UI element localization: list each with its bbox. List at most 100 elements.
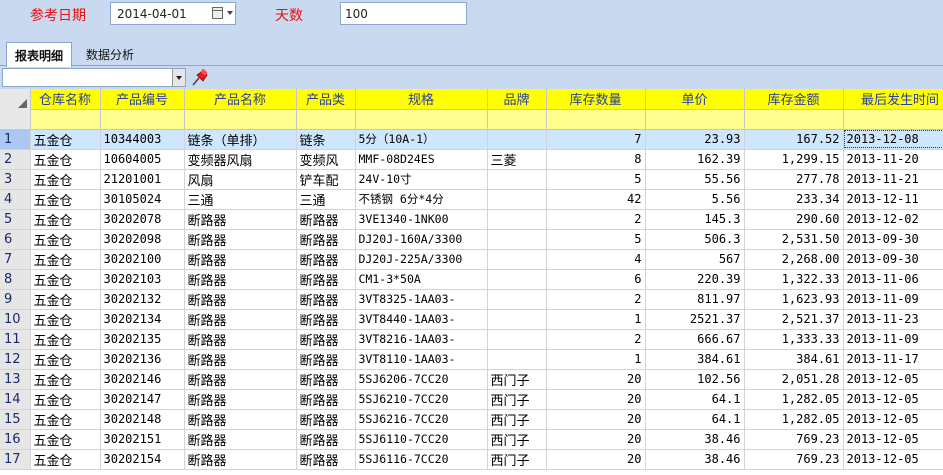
stock-amount-cell[interactable]: 769.23: [744, 449, 844, 470]
tab-data-analysis[interactable]: 数据分析: [78, 42, 142, 66]
row-number[interactable]: 9: [0, 289, 31, 310]
table-row[interactable]: 14 五金仓 30202147 断路器 断路器 5SJ6210-7CC20 西门子 20 64.…: [0, 389, 943, 410]
row-number[interactable]: 16: [0, 429, 31, 450]
row-number[interactable]: 14: [0, 389, 31, 410]
spec-cell[interactable]: 3VT8325-1AA03-: [355, 289, 488, 310]
stock-qty-cell[interactable]: 5: [546, 169, 646, 190]
table-row[interactable]: 16 五金仓 30202151 断路器 断路器 5SJ6110-7CC20 西门子 20 38.…: [0, 429, 943, 450]
category-cell[interactable]: 断路器: [296, 249, 356, 270]
table-row[interactable]: 2 五金仓 10604005 变频器风扇 变频风 MMF-08D24ES 三菱 8 162.39…: [0, 149, 943, 170]
filter-cell[interactable]: [355, 109, 488, 130]
row-number[interactable]: 11: [0, 329, 31, 350]
stock-amount-cell[interactable]: 2,521.37: [744, 309, 844, 330]
warehouse-cell[interactable]: 五金仓: [30, 329, 101, 350]
unit-price-cell[interactable]: 5.56: [645, 189, 745, 210]
unit-price-cell[interactable]: 102.56: [645, 369, 745, 390]
filter-cell[interactable]: [744, 109, 844, 130]
filter-cell[interactable]: [100, 109, 185, 130]
stock-qty-cell[interactable]: 4: [546, 249, 646, 270]
product-name-cell[interactable]: 断路器: [184, 309, 297, 330]
product-name-cell[interactable]: 断路器: [184, 209, 297, 230]
row-number[interactable]: 7: [0, 249, 31, 270]
stock-qty-cell[interactable]: 42: [546, 189, 646, 210]
layout-combo[interactable]: [2, 68, 186, 87]
category-cell[interactable]: 断路器: [296, 389, 356, 410]
unit-price-cell[interactable]: 38.46: [645, 429, 745, 450]
stock-qty-cell[interactable]: 20: [546, 409, 646, 430]
category-cell[interactable]: 变频风: [296, 149, 356, 170]
product-name-cell[interactable]: 断路器: [184, 349, 297, 370]
row-number[interactable]: 13: [0, 369, 31, 390]
stock-amount-cell[interactable]: 233.34: [744, 189, 844, 210]
stock-amount-cell[interactable]: 2,051.28: [744, 369, 844, 390]
chevron-down-icon[interactable]: [227, 11, 233, 15]
product-name-cell[interactable]: 风扇: [184, 169, 297, 190]
stock-qty-cell[interactable]: 5: [546, 229, 646, 250]
spec-cell[interactable]: 5SJ6110-7CC20: [355, 429, 488, 450]
stock-amount-cell[interactable]: 290.60: [744, 209, 844, 230]
stock-qty-cell[interactable]: 20: [546, 389, 646, 410]
unit-price-cell[interactable]: 38.46: [645, 449, 745, 470]
product-code-cell[interactable]: 30202148: [100, 409, 185, 430]
filter-cell[interactable]: [30, 109, 101, 130]
row-number[interactable]: 17: [0, 449, 31, 470]
warehouse-cell[interactable]: 五金仓: [30, 229, 101, 250]
product-code-cell[interactable]: 30202154: [100, 449, 185, 470]
warehouse-cell[interactable]: 五金仓: [30, 389, 101, 410]
brand-cell[interactable]: 西门子: [487, 409, 547, 430]
category-cell[interactable]: 铲车配: [296, 169, 356, 190]
brand-cell[interactable]: 西门子: [487, 449, 547, 470]
warehouse-cell[interactable]: 五金仓: [30, 449, 101, 470]
col-header-product-name[interactable]: 产品名称: [184, 89, 297, 110]
product-code-cell[interactable]: 30105024: [100, 189, 185, 210]
stock-amount-cell[interactable]: 277.78: [744, 169, 844, 190]
brand-cell[interactable]: [487, 329, 547, 350]
stock-amount-cell[interactable]: 1,623.93: [744, 289, 844, 310]
filter-cell[interactable]: [546, 109, 646, 130]
product-code-cell[interactable]: 30202135: [100, 329, 185, 350]
brand-cell[interactable]: 西门子: [487, 389, 547, 410]
row-number[interactable]: 12: [0, 349, 31, 370]
col-header-brand[interactable]: 品牌: [487, 89, 547, 110]
unit-price-cell[interactable]: 145.3: [645, 209, 745, 230]
last-date-cell[interactable]: 2013-11-20: [843, 149, 943, 170]
product-name-cell[interactable]: 断路器: [184, 229, 297, 250]
last-date-cell[interactable]: 2013-11-09: [843, 289, 943, 310]
last-date-cell[interactable]: 2013-11-06: [843, 269, 943, 290]
category-cell[interactable]: 三通: [296, 189, 356, 210]
spec-cell[interactable]: 5SJ6116-7CC20: [355, 449, 488, 470]
product-name-cell[interactable]: 断路器: [184, 249, 297, 270]
category-cell[interactable]: 断路器: [296, 309, 356, 330]
product-name-cell[interactable]: 变频器风扇: [184, 149, 297, 170]
ref-date-picker[interactable]: 2014-04-01: [110, 2, 236, 25]
brand-cell[interactable]: 三菱: [487, 149, 547, 170]
filter-cell[interactable]: [487, 109, 547, 130]
category-cell[interactable]: 断路器: [296, 369, 356, 390]
warehouse-cell[interactable]: 五金仓: [30, 169, 101, 190]
stock-qty-cell[interactable]: 20: [546, 369, 646, 390]
unit-price-cell[interactable]: 666.67: [645, 329, 745, 350]
calendar-icon[interactable]: [212, 7, 223, 19]
stock-amount-cell[interactable]: 1,333.33: [744, 329, 844, 350]
table-row[interactable]: 15 五金仓 30202148 断路器 断路器 5SJ6216-7CC20 西门子 20 64.…: [0, 409, 943, 430]
table-row[interactable]: 5 五金仓 30202078 断路器 断路器 3VE1340-1NK00 2 145.3 290…: [0, 209, 943, 230]
stock-amount-cell[interactable]: 769.23: [744, 429, 844, 450]
warehouse-cell[interactable]: 五金仓: [30, 309, 101, 330]
unit-price-cell[interactable]: 55.56: [645, 169, 745, 190]
unit-price-cell[interactable]: 220.39: [645, 269, 745, 290]
filter-cell[interactable]: [843, 109, 943, 130]
row-number[interactable]: 6: [0, 229, 31, 250]
warehouse-cell[interactable]: 五金仓: [30, 409, 101, 430]
pushpin-icon[interactable]: [190, 68, 210, 87]
spec-cell[interactable]: 3VT8110-1AA03-: [355, 349, 488, 370]
tab-report-detail[interactable]: 报表明细: [6, 42, 73, 67]
stock-qty-cell[interactable]: 1: [546, 349, 646, 370]
warehouse-cell[interactable]: 五金仓: [30, 429, 101, 450]
last-date-cell[interactable]: 2013-11-09: [843, 329, 943, 350]
brand-cell[interactable]: 西门子: [487, 429, 547, 450]
spec-cell[interactable]: 5SJ6210-7CC20: [355, 389, 488, 410]
brand-cell[interactable]: [487, 129, 547, 150]
warehouse-cell[interactable]: 五金仓: [30, 129, 101, 150]
stock-amount-cell[interactable]: 2,531.50: [744, 229, 844, 250]
brand-cell[interactable]: 西门子: [487, 369, 547, 390]
